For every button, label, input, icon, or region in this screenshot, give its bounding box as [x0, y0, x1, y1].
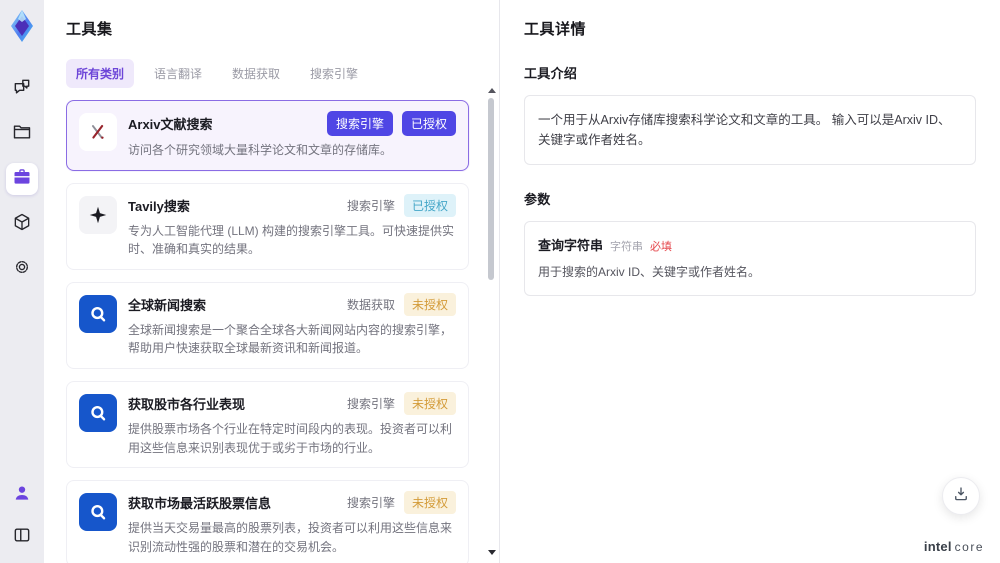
page-title: 工具集 — [66, 21, 113, 38]
scroll-up-arrow-icon[interactable] — [488, 88, 496, 93]
tool-description: 专为人工智能代理 (LLM) 构建的搜索引擎工具。可快速提供实时、准确和真实的结… — [128, 223, 455, 257]
param-required-badge: 必填 — [650, 241, 673, 253]
tool-description: 提供股票市场各个行业在特定时间段内的表现。投资者可以利用这些信息来识别表现优于或… — [128, 421, 453, 455]
core-wordmark: core — [954, 540, 984, 554]
sidebar-item-files[interactable] — [6, 118, 38, 150]
download-button[interactable] — [942, 477, 980, 515]
tab-language-translation[interactable]: 语言翻译 — [144, 59, 212, 88]
tool-card-body: 获取股市各行业表现 搜索引擎 未授权 提供股票市场各个行业在特定时间段内的表现。… — [128, 391, 456, 457]
sidebar-item-packages[interactable] — [6, 208, 38, 240]
params-section-header: 参数 — [524, 192, 551, 207]
intel-core-logo: intel core — [924, 539, 984, 554]
category-label: 搜索引擎 — [346, 496, 395, 511]
settings-gear-icon — [12, 257, 32, 282]
tool-list: Arxiv文献搜索 搜索引擎 已授权 访问各个研究领域大量科学论文和文章的存储库… — [66, 100, 481, 563]
layout-panel-icon — [12, 525, 32, 550]
tool-card-arxiv[interactable]: Arxiv文献搜索 搜索引擎 已授权 访问各个研究领域大量科学论文和文章的存储库… — [66, 100, 469, 171]
category-label: 数据获取 — [346, 297, 395, 312]
download-icon — [952, 485, 970, 508]
tool-title: Arxiv文献搜索 — [128, 117, 213, 132]
tab-data-acquisition[interactable]: 数据获取 — [222, 59, 290, 88]
tool-description: 全球新闻搜索是一个聚合全球各大新闻网站内容的搜索引擎，帮助用户快速获取全球最新资… — [128, 322, 453, 356]
tavily-logo-icon — [79, 195, 117, 234]
category-label: 搜索引擎 — [346, 396, 395, 411]
chat-icon — [12, 77, 32, 102]
tool-intro-text: 一个用于从Arxiv存储库搜索科学论文和文章的工具。 输入可以是Arxiv ID… — [524, 95, 976, 165]
user-avatar-button[interactable] — [6, 479, 38, 511]
detail-title: 工具详情 — [524, 21, 587, 38]
sidebar-item-chat[interactable] — [6, 73, 38, 105]
sidebar-item-toolset[interactable] — [6, 163, 38, 195]
sidebar-bottom — [6, 479, 38, 553]
scroll-down-arrow-icon[interactable] — [488, 550, 496, 555]
package-icon — [12, 212, 32, 237]
list-scrollbar[interactable] — [486, 88, 496, 555]
status-badge: 未授权 — [403, 391, 456, 415]
tool-card-sector-performance[interactable]: 获取股市各行业表现 搜索引擎 未授权 提供股票市场各个行业在特定时间段内的表现。… — [66, 380, 469, 469]
sidebar-item-settings[interactable] — [6, 253, 38, 285]
parameter-card: 查询字符串 字符串 必填 用于搜索的Arxiv ID、关键字或作者姓名。 — [524, 221, 976, 296]
tool-card-global-news[interactable]: 全球新闻搜索 数据获取 未授权 全球新闻搜索是一个聚合全球各大新闻网站内容的搜索… — [66, 281, 469, 369]
intro-section-header: 工具介绍 — [524, 66, 578, 81]
tool-card-body: Tavily搜索 搜索引擎 已授权 专为人工智能代理 (LLM) 构建的搜索引擎… — [128, 193, 456, 259]
tool-description: 访问各个研究领域大量科学论文和文章的存储库。 — [128, 143, 393, 157]
param-description: 用于搜索的Arxiv ID、关键字或作者姓名。 — [538, 265, 761, 279]
app-window: 工具集 所有类别 语言翻译 数据获取 搜索引擎 Arxiv文献搜索 搜索引擎 已… — [0, 0, 1000, 563]
panel-toggle-button[interactable] — [6, 521, 38, 553]
user-icon — [12, 483, 32, 508]
search-q-logo-icon — [79, 393, 117, 432]
search-q-logo-icon — [79, 294, 117, 333]
category-label: 搜索引擎 — [346, 198, 395, 213]
tool-description: 提供当天交易量最高的股票列表，投资者可以利用这些信息来识别流动性强的股票和潜在的… — [128, 521, 453, 554]
scrollbar-thumb[interactable] — [488, 98, 494, 280]
tool-card-tavily[interactable]: Tavily搜索 搜索引擎 已授权 专为人工智能代理 (LLM) 构建的搜索引擎… — [66, 182, 469, 270]
tool-title: 获取股市各行业表现 — [128, 396, 246, 412]
category-tabs: 所有类别 语言翻译 数据获取 搜索引擎 — [66, 59, 481, 88]
tool-card-body: 全球新闻搜索 数据获取 未授权 全球新闻搜索是一个聚合全球各大新闻网站内容的搜索… — [128, 292, 456, 358]
toolset-panel: 工具集 所有类别 语言翻译 数据获取 搜索引擎 Arxiv文献搜索 搜索引擎 已… — [44, 0, 500, 563]
tool-title: 获取市场最活跃股票信息 — [128, 496, 272, 512]
tool-card-body: 获取市场最活跃股票信息 搜索引擎 未授权 提供当天交易量最高的股票列表，投资者可… — [128, 491, 456, 556]
param-name: 查询字符串 — [538, 238, 604, 253]
app-sidebar — [0, 0, 44, 563]
search-q-logo-icon — [79, 493, 117, 532]
category-badge: 搜索引擎 — [326, 111, 393, 136]
tool-detail-panel: 工具详情 工具介绍 一个用于从Arxiv存储库搜索科学论文和文章的工具。 输入可… — [500, 0, 1000, 563]
tab-search-engine[interactable]: 搜索引擎 — [300, 59, 368, 88]
status-badge: 已授权 — [403, 193, 456, 217]
sidebar-nav — [6, 73, 38, 285]
tool-card-active-stocks[interactable]: 获取市场最活跃股票信息 搜索引擎 未授权 提供当天交易量最高的股票列表，投资者可… — [66, 480, 469, 563]
briefcase-icon — [12, 167, 32, 192]
arxiv-logo-icon — [79, 113, 117, 151]
tool-card-body: Arxiv文献搜索 搜索引擎 已授权 访问各个研究领域大量科学论文和文章的存储库… — [128, 111, 456, 160]
app-logo-icon — [6, 9, 38, 43]
status-badge: 未授权 — [403, 491, 456, 515]
tool-title: 全球新闻搜索 — [128, 297, 207, 313]
status-badge: 已授权 — [401, 111, 456, 136]
tab-all-categories[interactable]: 所有类别 — [66, 59, 135, 88]
intel-wordmark: intel — [923, 539, 952, 554]
tool-title: Tavily搜索 — [128, 198, 190, 214]
status-badge: 未授权 — [403, 292, 456, 316]
param-type: 字符串 — [610, 241, 644, 253]
folder-icon — [12, 122, 32, 147]
